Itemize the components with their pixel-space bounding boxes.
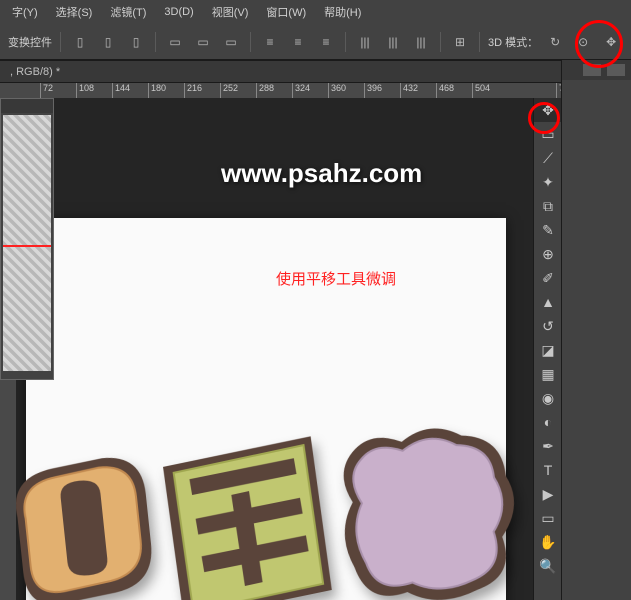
separator xyxy=(479,32,480,52)
options-bar: 变换控件 ▯ ▯ ▯ ▭ ▭ ▭ ≡ ≡ ≡ ||| ||| ||| ⊞ 3D … xyxy=(0,24,631,60)
3d-mode-label: 3D 模式： xyxy=(488,34,538,50)
separator xyxy=(250,32,251,52)
align-bottom-icon[interactable]: ▭ xyxy=(220,31,242,53)
eraser-tool[interactable]: ◪ xyxy=(534,338,562,362)
distribute-top-icon[interactable]: ≡ xyxy=(259,31,281,53)
separator xyxy=(440,32,441,52)
ruler-tick: 504 xyxy=(472,83,490,98)
align-center-h-icon[interactable]: ▯ xyxy=(97,31,119,53)
menu-view[interactable]: 视图(V) xyxy=(204,2,257,22)
ruler-tick: 468 xyxy=(436,83,454,98)
3d-pan-icon[interactable]: ✥ xyxy=(600,31,622,53)
3d-roll-icon[interactable]: ⊙ xyxy=(572,31,594,53)
magic-wand-tool[interactable]: ✦ xyxy=(534,170,562,194)
maximize-button[interactable] xyxy=(607,64,625,76)
gradient-tool[interactable]: ▦ xyxy=(534,362,562,386)
ruler-tick: 252 xyxy=(220,83,238,98)
move-tool[interactable]: ✥ xyxy=(534,98,562,122)
separator xyxy=(60,32,61,52)
align-right-icon[interactable]: ▯ xyxy=(125,31,147,53)
ruler-tick: 396 xyxy=(364,83,382,98)
path-select-tool[interactable]: ▶ xyxy=(534,482,562,506)
dodge-tool[interactable]: ◐ xyxy=(534,410,562,434)
ruler-tick: 360 xyxy=(328,83,346,98)
navigator-panel[interactable] xyxy=(0,98,54,380)
eyedropper-tool[interactable]: ✎ xyxy=(534,218,562,242)
menu-window[interactable]: 窗口(W) xyxy=(258,2,314,22)
align-middle-icon[interactable]: ▭ xyxy=(192,31,214,53)
minimize-button[interactable] xyxy=(583,64,601,76)
hand-tool[interactable]: ✋ xyxy=(534,530,562,554)
transform-controls-label: 变换控件 xyxy=(8,34,52,50)
history-brush-tool[interactable]: ↺ xyxy=(534,314,562,338)
ruler-tick: 144 xyxy=(112,83,130,98)
menu-3d[interactable]: 3D(D) xyxy=(156,4,201,20)
navigator-header[interactable] xyxy=(1,99,53,113)
ruler-tick: 324 xyxy=(292,83,310,98)
window-controls xyxy=(562,60,631,80)
ruler-tick: 72 xyxy=(40,83,53,98)
align-left-icon[interactable]: ▯ xyxy=(69,31,91,53)
navigator-thumbnail[interactable] xyxy=(3,115,51,371)
document-tab[interactable]: , RGB/8) * xyxy=(0,64,70,80)
distribute-v-icon[interactable]: ≡ xyxy=(287,31,309,53)
marquee-tool[interactable]: ▭ xyxy=(534,122,562,146)
ruler-tick: 180 xyxy=(148,83,166,98)
menu-select[interactable]: 选择(S) xyxy=(48,2,101,22)
crop-tool[interactable]: ⧉ xyxy=(534,194,562,218)
ruler-tick: 288 xyxy=(256,83,274,98)
brush-tool[interactable]: ✐ xyxy=(534,266,562,290)
canvas-view[interactable]: www.psahz.com 使用平移工具微调 xyxy=(16,98,533,600)
auto-align-icon[interactable]: ⊞ xyxy=(449,31,471,53)
tab-bar: , RGB/8) * xyxy=(0,60,631,82)
workspace: www.psahz.com 使用平移工具微调 xyxy=(0,98,533,600)
distribute-left-icon[interactable]: ||| xyxy=(354,31,376,53)
align-top-icon[interactable]: ▭ xyxy=(164,31,186,53)
menu-bar: 字(Y) 选择(S) 滤镜(T) 3D(D) 视图(V) 窗口(W) 帮助(H) xyxy=(0,0,631,24)
distribute-bottom-icon[interactable]: ≡ xyxy=(315,31,337,53)
ruler-tick: 216 xyxy=(184,83,202,98)
menu-help[interactable]: 帮助(H) xyxy=(316,2,369,22)
distribute-h-icon[interactable]: ||| xyxy=(382,31,404,53)
ruler-tick: 432 xyxy=(400,83,418,98)
panel-dock xyxy=(561,60,631,600)
healing-tool[interactable]: ⊕ xyxy=(534,242,562,266)
watermark-text: www.psahz.com xyxy=(221,158,422,189)
menu-filter[interactable]: 滤镜(T) xyxy=(102,2,154,22)
canvas-artboard: 使用平移工具微调 xyxy=(26,218,506,600)
tools-panel: ✥ ▭ ⟋ ✦ ⧉ ✎ ⊕ ✐ ▲ ↺ ◪ ▦ ◉ ◐ ✒ T ▶ ▭ ✋ 🔍 xyxy=(533,98,561,600)
menu-type[interactable]: 字(Y) xyxy=(4,2,46,22)
3d-text-artwork xyxy=(16,388,533,600)
type-tool[interactable]: T xyxy=(534,458,562,482)
ruler-horizontal: 72 108 144 180 216 252 288 324 360 396 4… xyxy=(0,82,631,98)
navigator-viewbox xyxy=(3,245,51,247)
shape-tool[interactable]: ▭ xyxy=(534,506,562,530)
pen-tool[interactable]: ✒ xyxy=(534,434,562,458)
zoom-tool[interactable]: 🔍 xyxy=(534,554,562,578)
3d-orbit-icon[interactable]: ↻ xyxy=(544,31,566,53)
ruler-tick: 108 xyxy=(76,83,94,98)
distribute-right-icon[interactable]: ||| xyxy=(410,31,432,53)
lasso-tool[interactable]: ⟋ xyxy=(534,146,562,170)
stamp-tool[interactable]: ▲ xyxy=(534,290,562,314)
hint-text: 使用平移工具微调 xyxy=(276,268,396,289)
separator xyxy=(155,32,156,52)
blur-tool[interactable]: ◉ xyxy=(534,386,562,410)
separator xyxy=(345,32,346,52)
